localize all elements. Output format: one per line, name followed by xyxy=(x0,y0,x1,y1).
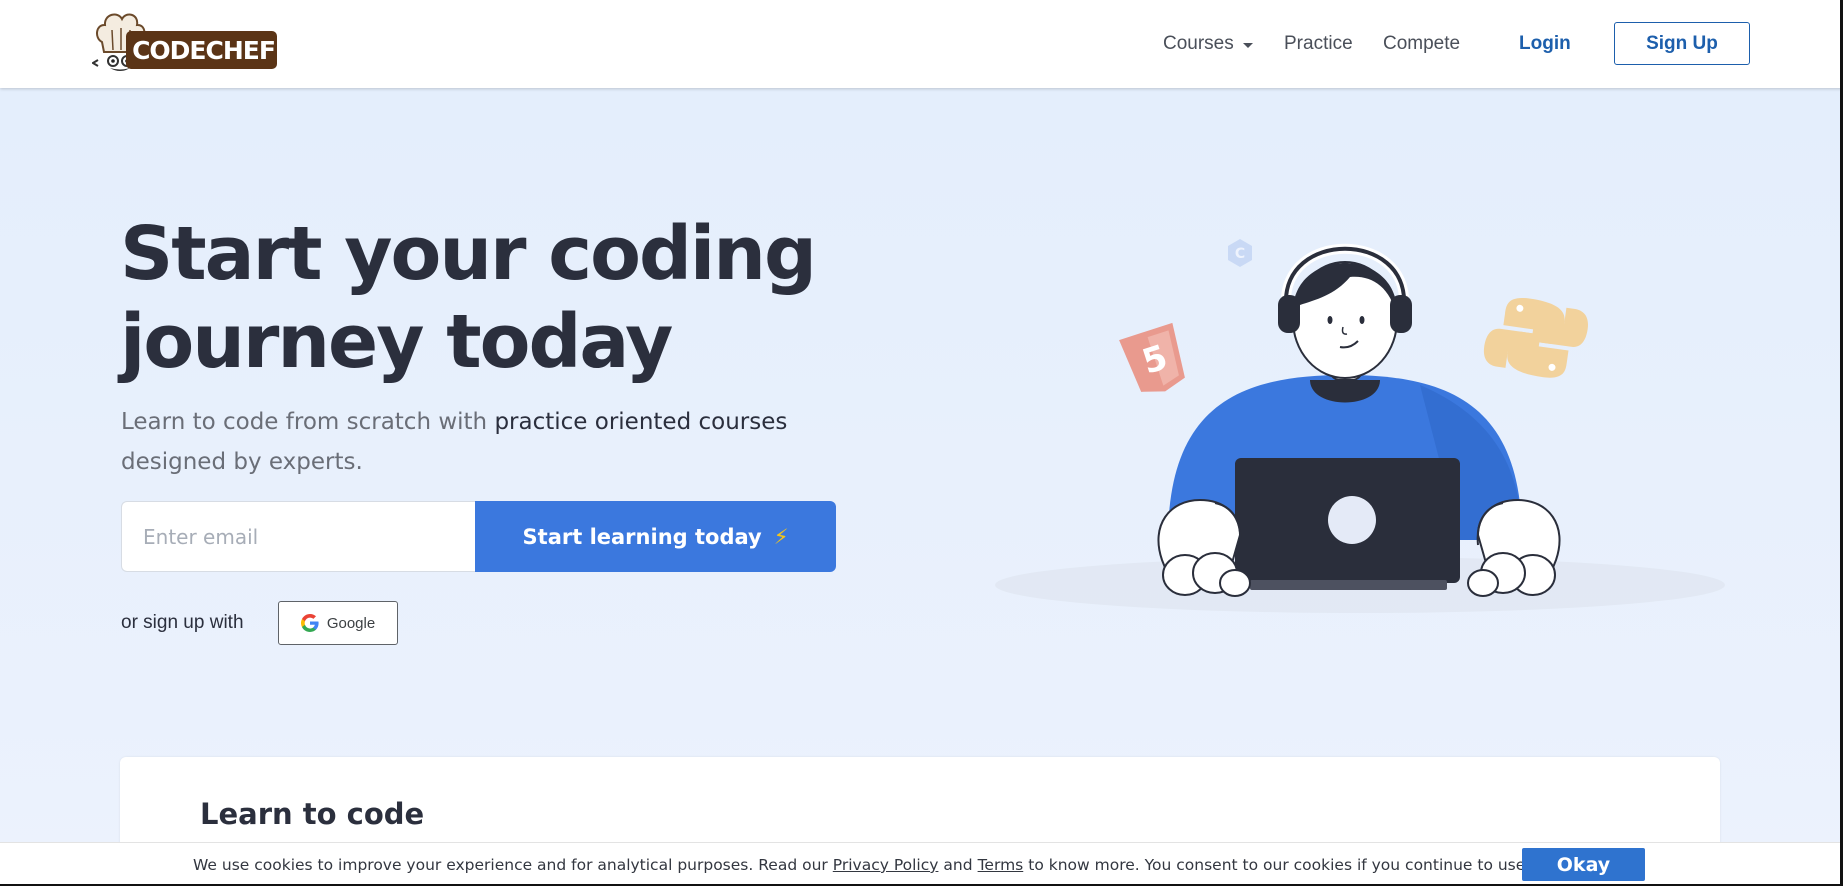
logo-wordmark: CODECHEF xyxy=(126,31,277,69)
python-icon xyxy=(1483,297,1588,378)
site-header: CODECHEF Courses Practice Compete Login … xyxy=(0,0,1843,88)
google-signup-button[interactable]: Google xyxy=(278,601,398,645)
login-link[interactable]: Login xyxy=(1519,0,1571,88)
start-learning-button[interactable]: Start learning today ⚡ xyxy=(475,501,836,572)
or-signup-label: or sign up with xyxy=(121,612,244,633)
nav-courses[interactable]: Courses xyxy=(1163,0,1253,88)
c-language-icon: C xyxy=(1228,239,1252,267)
hero-title-line1: Start your coding xyxy=(120,211,817,297)
lightning-icon: ⚡ xyxy=(773,524,789,549)
caret-down-icon xyxy=(1242,42,1253,48)
nav-compete[interactable]: Compete xyxy=(1383,0,1460,88)
hero-subtitle-plain: Learn to code from scratch with xyxy=(121,409,488,435)
hero-subtitle: Learn to code from scratch with practice… xyxy=(121,402,821,482)
google-g-icon xyxy=(300,614,319,632)
privacy-policy-link[interactable]: Privacy Policy xyxy=(833,856,939,874)
google-label: Google xyxy=(326,614,376,632)
start-learning-label: Start learning today xyxy=(522,524,762,549)
html5-icon: 5 xyxy=(1119,322,1185,392)
hero-subtitle-emphasis: practice oriented courses xyxy=(494,409,788,435)
svg-text:C: C xyxy=(1235,246,1245,262)
signup-button[interactable]: Sign Up xyxy=(1614,22,1750,65)
codechef-logo[interactable]: CODECHEF xyxy=(92,8,282,72)
hero-subtitle-end: designed by experts. xyxy=(121,449,363,475)
nav-practice[interactable]: Practice xyxy=(1284,0,1353,88)
cookie-text-and: and xyxy=(943,856,973,874)
cookie-text-before: We use cookies to improve your experienc… xyxy=(193,856,828,874)
hero-title: Start your coding journey today xyxy=(120,210,840,386)
nav-courses-label: Courses xyxy=(1163,33,1234,54)
cookie-okay-button[interactable]: Okay xyxy=(1522,848,1645,881)
terms-link[interactable]: Terms xyxy=(978,856,1024,874)
learn-to-code-title: Learn to code xyxy=(200,797,425,831)
logo-text: CODECHEF xyxy=(132,35,276,65)
coder-illustration: C 5 xyxy=(995,239,1725,613)
cookie-message: We use cookies to improve your experienc… xyxy=(193,843,1626,886)
hero-title-line2: journey today xyxy=(120,299,673,385)
email-input[interactable] xyxy=(121,501,476,572)
cookie-banner: We use cookies to improve your experienc… xyxy=(0,842,1843,886)
